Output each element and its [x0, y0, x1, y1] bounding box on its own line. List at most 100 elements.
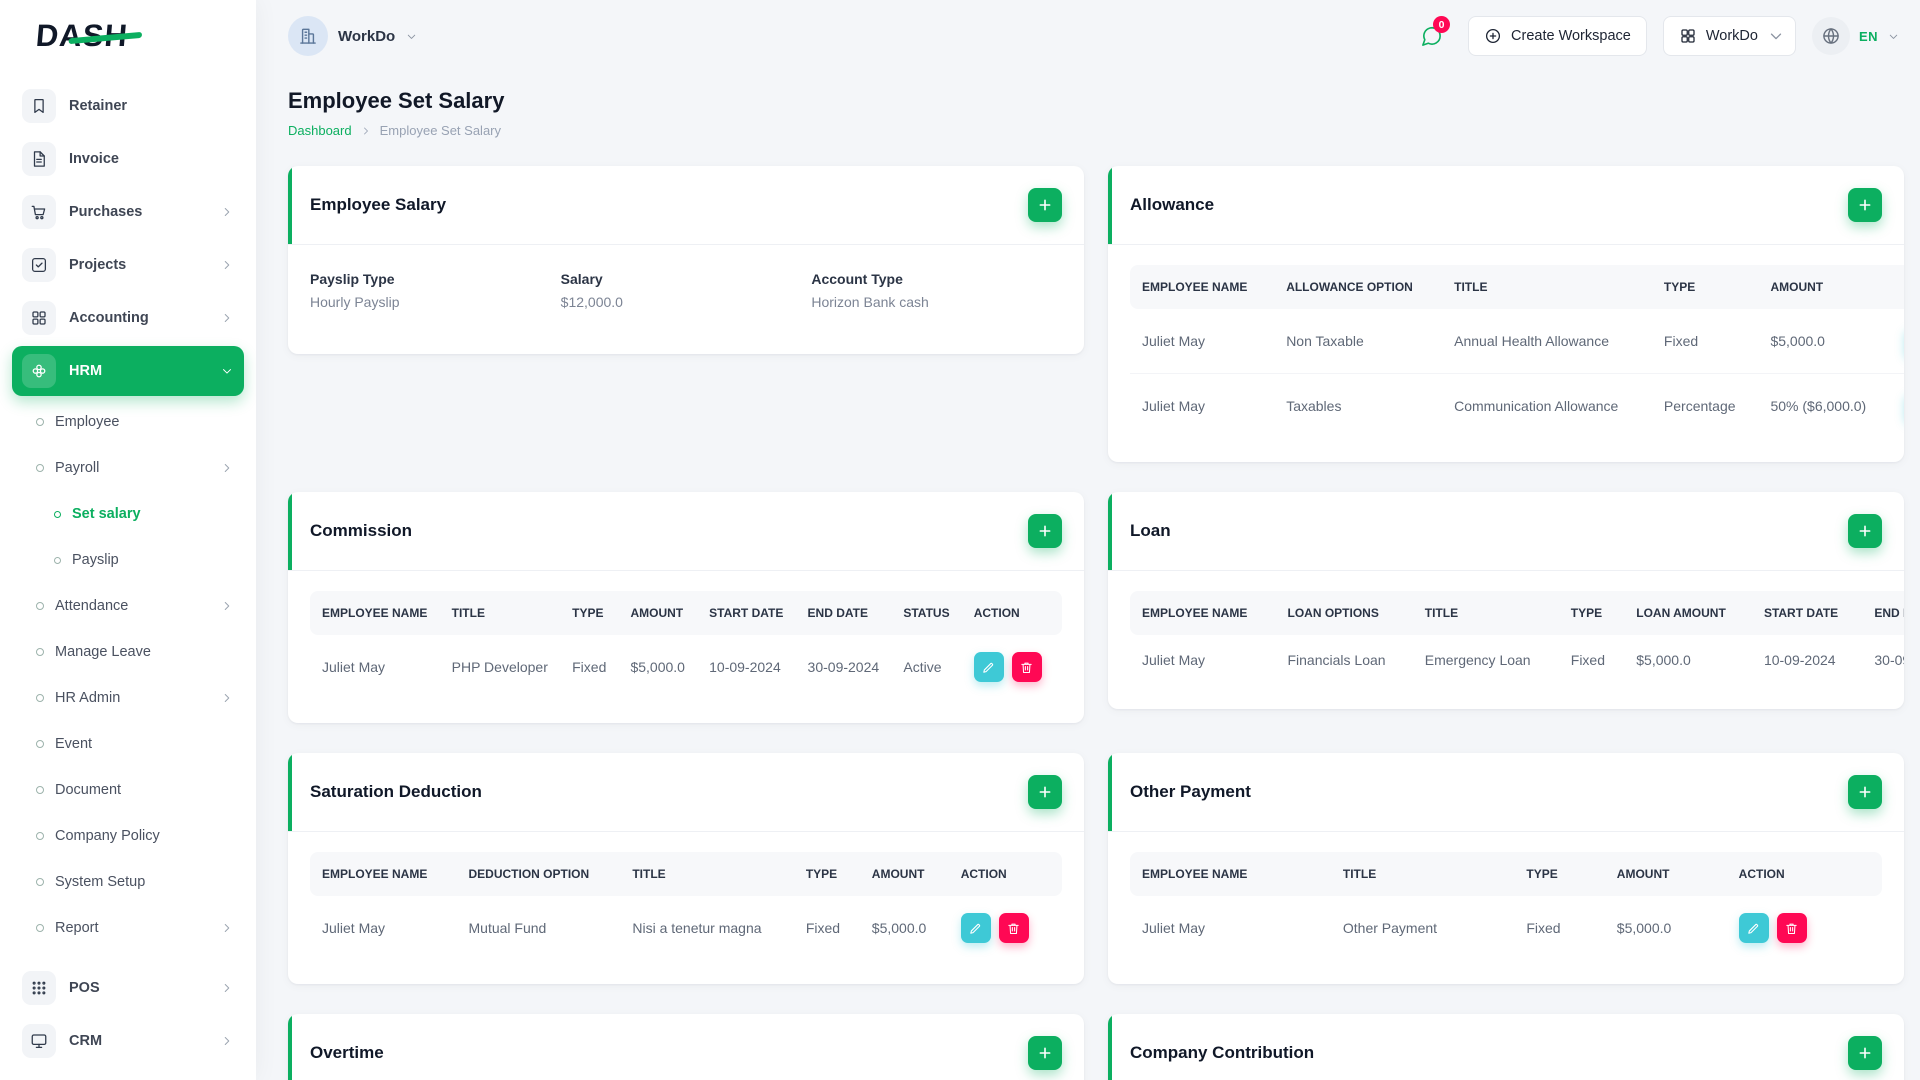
detail-payslip-type: Payslip Type Hourly Payslip: [310, 271, 561, 310]
crm-icon: [22, 1024, 56, 1058]
workspace-selector[interactable]: WorkDo: [288, 16, 418, 56]
card-body: Employee Name Deduction Option Title Type Am…: [288, 832, 1084, 984]
add-other-payment-button[interactable]: [1848, 775, 1882, 809]
sidebar-item-attendance[interactable]: Attendance: [12, 583, 244, 629]
trash-icon: [1784, 921, 1799, 936]
table-cell: Fixed: [1663, 333, 1699, 349]
card-accent-bar: [288, 492, 292, 570]
table-cell: Juliet May: [1142, 333, 1206, 349]
add-loan-button[interactable]: [1848, 514, 1882, 548]
table-cell: $5,000.0: [630, 659, 685, 675]
sidebar: DASH Retainer Invoice Purchases Projects Acc…: [0, 0, 256, 1080]
edit-button[interactable]: [960, 913, 991, 943]
sidebar-item-label: HR Admin: [55, 690, 121, 706]
sidebar-item-company-policy[interactable]: Company Policy: [12, 813, 244, 859]
card-title: Company Contribution: [1130, 1043, 1315, 1062]
card-body: Employee Name Loan Options Title Type Loan A…: [1108, 571, 1904, 709]
sidebar-item-payroll[interactable]: Payroll: [12, 445, 244, 491]
chevron-right-icon: [220, 311, 234, 325]
actions-cell: [949, 896, 1062, 960]
building-icon: [298, 26, 318, 46]
sidebar-item-system-setup[interactable]: System Setup: [12, 859, 244, 905]
create-workspace-button[interactable]: Create Workspace: [1468, 16, 1647, 56]
sidebar-item-employee[interactable]: Employee: [12, 399, 244, 445]
card-title: Overtime: [310, 1043, 384, 1062]
sidebar-item-label: Retainer: [69, 98, 128, 114]
column-header-amount: Amount: [859, 852, 949, 896]
delete-button[interactable]: [1011, 652, 1042, 682]
table-cell: Percentage: [1651, 373, 1759, 438]
add-saturation-deduction-button[interactable]: [1028, 775, 1062, 809]
page-title: Employee Set Salary: [288, 88, 505, 113]
main-area: WorkDo 0 Create Workspace WorkDo EN Empl…: [256, 0, 1920, 1080]
delete-button[interactable]: [1776, 913, 1807, 943]
table-cell: Non Taxable: [1286, 333, 1364, 349]
sidebar-item-label: Payroll: [55, 460, 100, 476]
brand-logo[interactable]: DASH: [0, 0, 256, 72]
sidebar-item-projects[interactable]: Projects: [12, 240, 244, 290]
column-header-action: Action: [948, 852, 1062, 896]
sidebar-item-crm[interactable]: CRM: [12, 1016, 244, 1066]
column-header-type: Type: [1514, 852, 1605, 896]
sidebar-item-report[interactable]: Report: [12, 905, 244, 951]
edit-button[interactable]: [1738, 913, 1769, 943]
column-header-loan-amount: Loan Amount: [1624, 591, 1752, 635]
table-cell: Annual Health Allowance: [1454, 333, 1610, 349]
add-company-contribution-button[interactable]: [1848, 1036, 1882, 1070]
card-accent-bar: [1108, 492, 1112, 570]
language-selector[interactable]: EN: [1811, 17, 1900, 55]
sidebar-item-invoice[interactable]: Invoice: [12, 134, 244, 184]
card-header: Employee Salary: [288, 166, 1084, 245]
delete-button[interactable]: [998, 913, 1029, 943]
edit-button[interactable]: [973, 652, 1004, 682]
bullet-icon: [36, 740, 44, 748]
chevron-down-icon: [1767, 30, 1782, 43]
sidebar-item-purchases[interactable]: Purchases: [12, 187, 244, 237]
brand-logo-text: DASH: [34, 18, 130, 53]
sidebar-item-payslip[interactable]: Payslip: [12, 537, 244, 583]
sidebar-item-pos[interactable]: POS: [12, 963, 244, 1013]
table-cell: Financials Loan: [1287, 652, 1386, 668]
bullet-icon: [54, 510, 61, 518]
sidebar-item-label: Accounting: [69, 310, 149, 326]
sidebar-item-set-salary[interactable]: Set salary: [12, 491, 244, 537]
card-saturation-deduction: Saturation Deduction Employee Name Deducti…: [288, 753, 1084, 984]
pencil-icon: [968, 921, 983, 936]
table-cell: Nisi a tenetur magna: [632, 920, 762, 936]
sidebar-item-accounting[interactable]: Accounting: [12, 293, 244, 343]
table-cell: Juliet May: [322, 920, 386, 936]
topbar-right: 0 Create Workspace WorkDo EN: [1410, 16, 1900, 56]
card-body: Employee Name Title Type Amount Start Date En…: [288, 571, 1084, 723]
table-row: Juliet May Other Payment Fixed $5,000.0: [1130, 896, 1882, 960]
sidebar-item-retainer[interactable]: Retainer: [12, 81, 244, 131]
card-header: Other Payment: [1108, 753, 1904, 832]
add-overtime-button[interactable]: [1028, 1036, 1062, 1070]
column-header-status: Status: [891, 591, 962, 635]
messages-button[interactable]: 0: [1410, 16, 1452, 56]
table-cell: PHP Developer: [451, 659, 548, 675]
sidebar-item-document[interactable]: Document: [12, 767, 244, 813]
actions-cell: [1727, 896, 1882, 960]
card-header: Commission: [288, 492, 1084, 571]
sidebar-item-hr-admin[interactable]: HR Admin: [12, 675, 244, 721]
cart-icon: [22, 195, 56, 229]
breadcrumb-dashboard-link[interactable]: Dashboard: [288, 123, 352, 138]
sidebar-item-event[interactable]: Event: [12, 721, 244, 767]
card-title: Saturation Deduction: [310, 782, 482, 801]
add-allowance-button[interactable]: [1848, 188, 1882, 222]
sidebar-item-hrm[interactable]: HRM: [12, 346, 244, 396]
bullet-icon: [36, 786, 44, 794]
add-employee-salary-button[interactable]: [1028, 188, 1062, 222]
bullet-icon: [54, 556, 61, 564]
add-commission-button[interactable]: [1028, 514, 1062, 548]
column-header-title: Title: [1330, 852, 1515, 896]
column-header-amount: Amount: [618, 591, 698, 635]
card-header: Loan: [1108, 492, 1904, 571]
card-title: Loan: [1130, 521, 1171, 540]
card-title: Commission: [310, 521, 413, 540]
workspace-apps-button[interactable]: WorkDo: [1662, 16, 1796, 56]
sidebar-item-manage-leave[interactable]: Manage Leave: [12, 629, 244, 675]
detail-account-type: Account Type Horizon Bank cash: [811, 271, 1062, 310]
trash-icon: [1006, 921, 1021, 936]
plus-icon: [1037, 784, 1053, 800]
